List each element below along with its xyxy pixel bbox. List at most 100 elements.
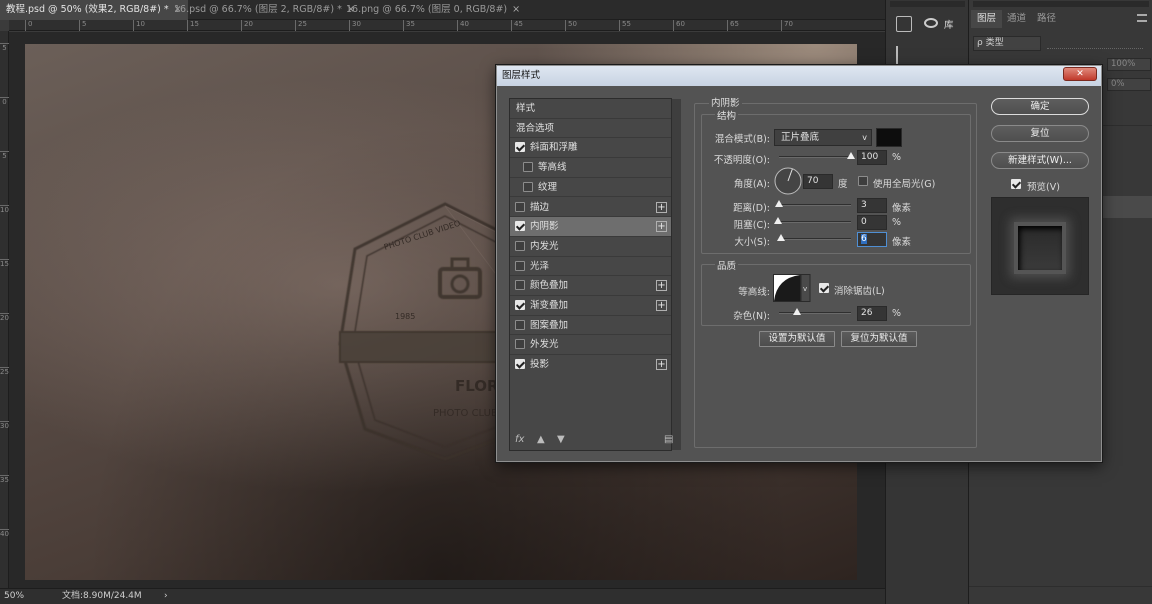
contour-picker[interactable]: v [773,274,811,302]
style-item-pattern-overlay[interactable]: 图案叠加 [510,316,671,336]
filter-icons[interactable] [1047,37,1143,49]
checkbox[interactable] [515,359,525,370]
chevron-down-icon: v [803,285,807,293]
checkbox[interactable] [515,260,525,271]
fill-field[interactable]: 0% [1107,78,1151,91]
opacity-thumb[interactable] [847,152,855,159]
move-up-icon[interactable]: ▲ [537,434,545,445]
angle-input[interactable]: 70 [803,174,833,189]
move-down-icon[interactable]: ▼ [557,434,565,445]
ruler-tick-label: 0 [25,20,32,31]
style-item-styles[interactable]: 样式 [510,99,671,119]
opacity-slider[interactable] [779,156,851,158]
add-icon[interactable]: + [656,359,667,371]
trash-icon[interactable]: ▤ [664,434,673,445]
add-icon[interactable]: + [656,300,667,311]
collapse-bar[interactable] [973,1,1149,7]
contour-label: 等高线: [738,287,770,298]
layer-footer-toolbar[interactable] [969,586,1152,604]
status-menu-arrow[interactable]: › [164,589,168,604]
choke-thumb[interactable] [774,217,782,224]
library-label[interactable]: 库 [944,17,954,31]
styles-scrollbar[interactable] [671,99,681,450]
style-item-texture[interactable]: 纹理 [510,178,671,198]
add-icon[interactable]: + [656,280,667,292]
style-item-bevel-emboss[interactable]: 斜面和浮雕 [510,138,671,159]
angle-unit: 度 [838,179,848,190]
style-item-blending-options[interactable]: 混合选项 [510,119,671,139]
distance-thumb[interactable] [775,200,783,207]
ruler-tick-label: 70 [781,20,793,31]
shadow-color-swatch[interactable] [876,128,902,147]
checkbox[interactable] [515,319,525,330]
global-light-checkbox[interactable] [858,176,868,186]
style-item-contour[interactable]: 等高线 [510,158,671,178]
noise-thumb[interactable] [793,308,801,315]
distance-slider[interactable] [779,204,851,206]
size-input[interactable]: 6 [857,232,887,247]
collapse-bar[interactable] [890,1,965,7]
ruler-tick-label: 10 [0,205,9,214]
style-item-outer-glow[interactable]: 外发光 [510,335,671,356]
library-icon[interactable] [924,18,938,28]
ruler-tick-label: 35 [0,475,9,484]
fx-icon[interactable]: fx [515,434,524,445]
close-icon[interactable]: × [512,4,520,15]
reset-default-button[interactable]: 复位为默认值 [841,331,917,347]
zoom-level[interactable]: 50% [4,589,24,604]
angle-dial[interactable] [773,166,803,196]
noise-unit: % [892,308,902,319]
checkbox[interactable] [523,162,533,173]
style-item-inner-shadow[interactable]: 内阴影 + [510,217,671,237]
panel-menu-icon[interactable] [1137,14,1147,22]
brush-icon[interactable] [896,46,910,66]
doc-tab-label: 16.png @ 66.7% (图层 0, RGB/8#) [346,4,508,15]
antialias-checkbox[interactable] [819,283,829,293]
reset-button[interactable]: 复位 [991,125,1089,142]
ruler-tick-label: 15 [0,259,9,268]
blend-mode-select[interactable]: 正片叠底 v [774,129,872,146]
distance-input[interactable]: 3 [857,198,887,213]
style-item-satin[interactable]: 光泽 [510,257,671,277]
noise-slider[interactable] [779,312,851,314]
doc-tab-1[interactable]: 教程.psd @ 50% (效果2, RGB/8#) * × [0,0,188,20]
checkbox[interactable] [515,339,525,350]
checkbox[interactable] [523,181,533,192]
opacity-input[interactable]: 100 [857,150,887,165]
checkbox[interactable] [515,201,525,212]
tab-channels[interactable]: 通道 [1001,10,1032,28]
ok-button[interactable]: 确定 [991,98,1089,115]
tab-layers[interactable]: 图层 [971,10,1003,28]
checkbox[interactable] [515,221,525,232]
doc-tab-3[interactable]: 16.png @ 66.7% (图层 0, RGB/8#) × [340,0,526,20]
add-icon[interactable]: + [656,221,667,233]
doc-tab-2[interactable]: 16.psd @ 66.7% (图层 2, RGB/8#) * × [168,0,361,20]
choke-input[interactable]: 0 [857,215,887,230]
checkbox[interactable] [515,142,525,153]
tab-paths[interactable]: 路径 [1031,10,1062,28]
checkbox[interactable] [515,280,525,291]
ruler-tick-label: 25 [295,20,307,31]
vertical-ruler: 5 0 5 10 15 20 25 30 35 40 [0,31,9,588]
style-item-drop-shadow[interactable]: 投影 + [510,355,671,375]
noise-input[interactable]: 26 [857,306,887,321]
close-button[interactable]: ✕ [1063,67,1097,81]
filter-kind-select[interactable]: ρ 类型 [973,36,1041,51]
style-item-gradient-overlay[interactable]: 渐变叠加 + [510,296,671,316]
ruler-tick-label: 45 [511,20,523,31]
style-item-inner-glow[interactable]: 内发光 [510,237,671,257]
size-slider[interactable] [779,238,851,240]
checkbox[interactable] [515,300,525,310]
add-icon[interactable]: + [656,201,667,213]
preview-checkbox[interactable] [1011,179,1021,189]
history-icon[interactable] [896,16,912,32]
set-default-button[interactable]: 设置为默认值 [759,331,835,347]
size-thumb[interactable] [777,234,785,241]
checkbox[interactable] [515,240,525,251]
opacity-field[interactable]: 100% [1107,58,1151,71]
style-item-color-overlay[interactable]: 颜色叠加 + [510,276,671,296]
style-item-stroke[interactable]: 描边 + [510,198,671,218]
new-style-button[interactable]: 新建样式(W)... [991,152,1089,169]
choke-slider[interactable] [779,221,851,223]
ruler-tick-label: 50 [565,20,577,31]
